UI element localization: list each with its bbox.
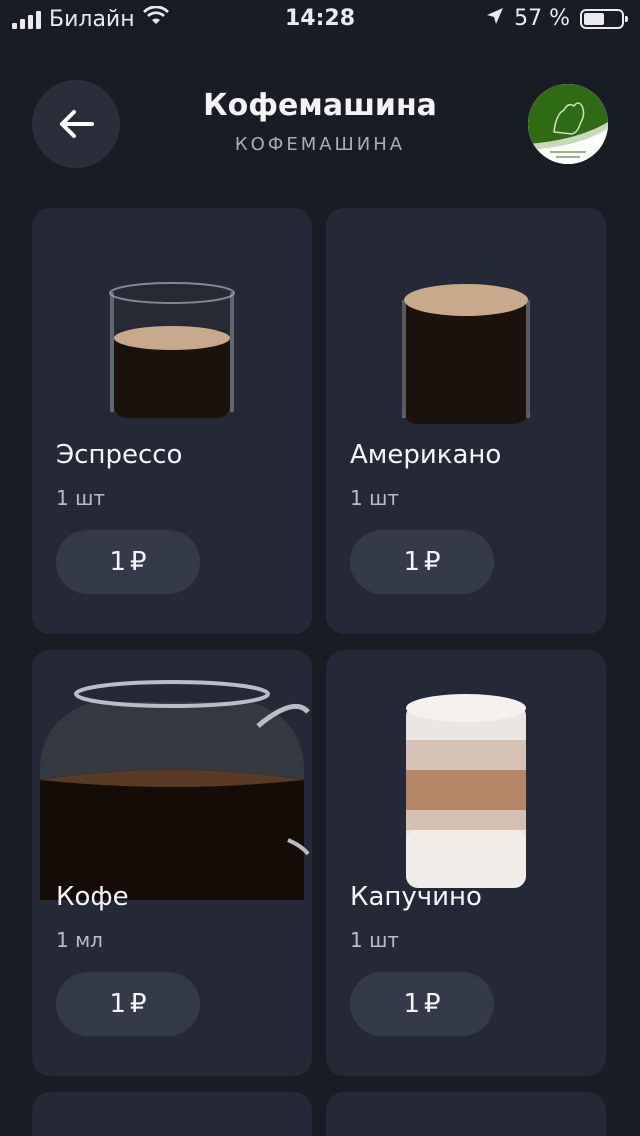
product-quantity: 1 мл [56,928,103,952]
product-quantity: 1 шт [350,928,400,952]
product-card-coffee[interactable]: Кофе 1 мл 1 ₽ [32,650,312,1076]
product-card-partial[interactable] [326,1092,606,1136]
cappuccino-glass-image [406,694,526,888]
price-button[interactable]: 1 ₽ [350,530,494,594]
price-button[interactable]: 1 ₽ [56,972,200,1036]
currency-symbol: ₽ [424,989,441,1019]
product-card-americano[interactable]: Американо 1 шт 1 ₽ [326,208,606,634]
coffee-pot-image [40,680,310,900]
product-quantity: 1 шт [56,486,106,510]
product-card-cappuccino[interactable]: Капучино 1 шт 1 ₽ [326,650,606,1076]
price-value: 1 [109,547,126,577]
product-quantity: 1 шт [350,486,400,510]
product-name: Кофе [56,882,129,912]
status-right: 57 % [486,6,628,31]
vendor-logo[interactable] [528,84,608,164]
product-name: Капучино [350,882,482,912]
price-value: 1 [403,989,420,1019]
status-bar: Билайн 14:28 57 % [0,0,640,40]
product-card-espresso[interactable]: Эспрессо 1 шт 1 ₽ [32,208,312,634]
americano-glass-image [402,284,530,424]
location-arrow-icon [486,6,504,31]
battery-icon [580,8,628,29]
currency-symbol: ₽ [130,989,147,1019]
product-name: Американо [350,440,502,470]
product-card-partial[interactable] [32,1092,312,1136]
battery-percent: 57 % [514,6,570,31]
currency-symbol: ₽ [424,547,441,577]
price-button[interactable]: 1 ₽ [350,972,494,1036]
price-value: 1 [109,989,126,1019]
price-button[interactable]: 1 ₽ [56,530,200,594]
product-name: Эспрессо [56,440,183,470]
bear-logo-icon [528,84,608,164]
price-value: 1 [403,547,420,577]
espresso-glass-image [109,282,235,420]
currency-symbol: ₽ [130,547,147,577]
